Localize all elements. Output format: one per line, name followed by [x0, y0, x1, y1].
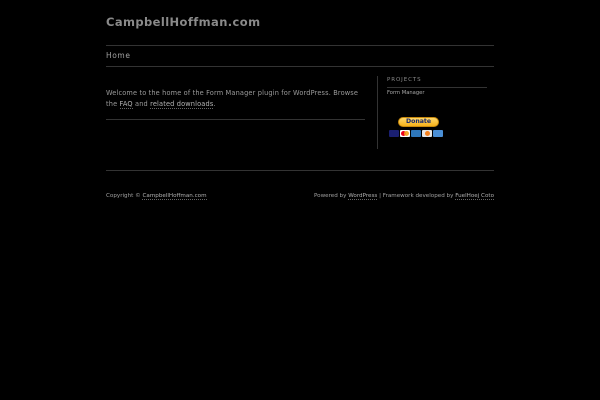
footer-credits: Powered by WordPress | Framework develop…: [314, 193, 494, 200]
framework-author-link[interactable]: FuelHoej Coto: [455, 193, 494, 200]
visa-icon: [389, 130, 399, 137]
payment-cards: [389, 130, 443, 137]
copyright-link[interactable]: CampbellHoffman.com: [142, 193, 207, 200]
wordpress-link[interactable]: WordPress: [348, 193, 378, 200]
amex-icon: [411, 130, 421, 137]
nav-divider: [106, 66, 494, 67]
site-title-link[interactable]: CampbellHoffman.com: [106, 15, 260, 29]
footer-copyright: Copyright © CampbellHoffman.com: [106, 193, 207, 200]
related-downloads-link[interactable]: related downloads: [150, 99, 214, 109]
projects-widget-title: PROJECTS: [387, 77, 422, 83]
paypal-donate[interactable]: Donate: [389, 117, 449, 139]
mastercard-icon: [400, 130, 410, 137]
nav-home-link[interactable]: Home: [106, 51, 131, 60]
discover-icon: [422, 130, 432, 137]
powered-prefix: Powered by: [314, 193, 349, 199]
sidebar-item-form-manager[interactable]: Form Manager: [387, 90, 424, 96]
content-divider: [106, 119, 365, 120]
header-divider: [106, 45, 494, 46]
intro-suffix: .: [213, 99, 216, 108]
intro-text: Welcome to the home of the Form Manager …: [106, 88, 368, 109]
donate-button[interactable]: Donate: [398, 117, 439, 127]
framework-text: | Framework developed by: [377, 193, 456, 199]
footer-divider: [106, 170, 494, 171]
sidebar-divider: [377, 76, 378, 149]
widget-title-divider: [387, 87, 487, 88]
copyright-prefix: Copyright ©: [106, 193, 143, 199]
intro-and: and: [132, 99, 151, 108]
card-icon: [433, 130, 443, 137]
faq-link[interactable]: FAQ: [119, 99, 133, 109]
